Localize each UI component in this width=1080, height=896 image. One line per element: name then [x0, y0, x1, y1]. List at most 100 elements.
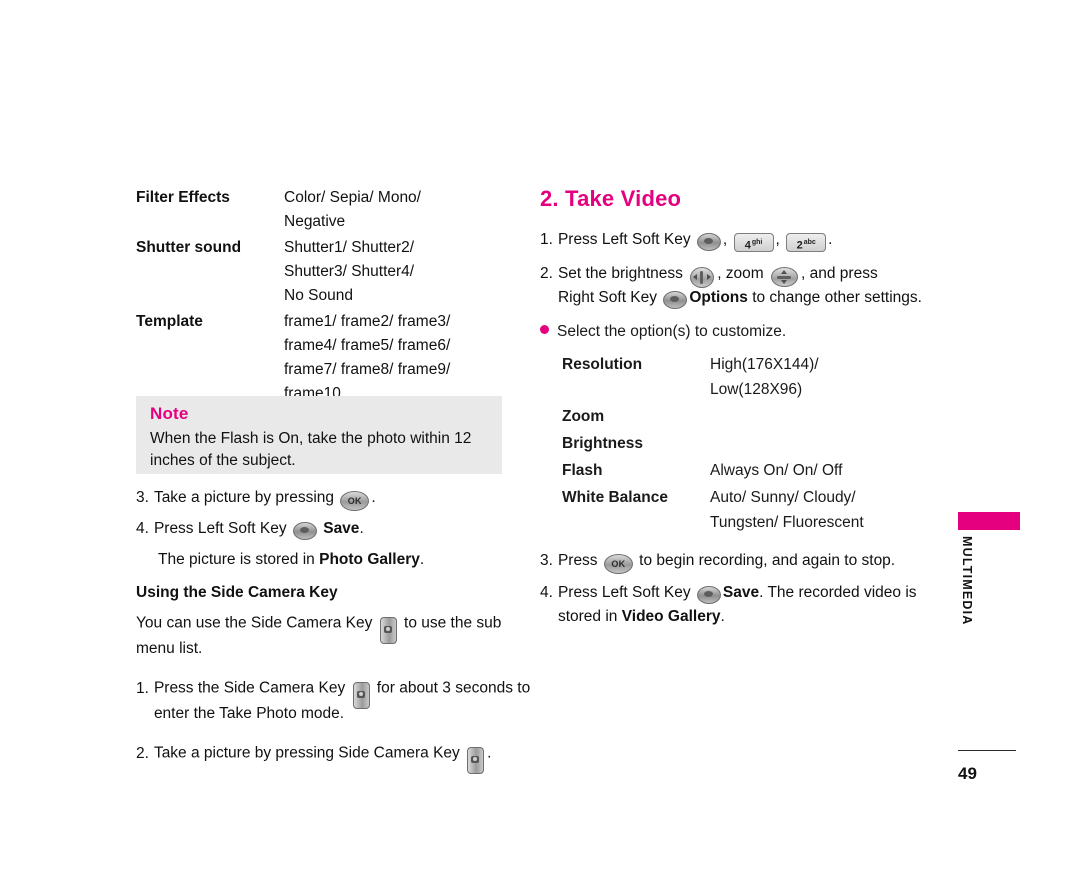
step-text: Set the brightness , zoom , and press Rig… [558, 262, 940, 310]
spec-line: frame1/ frame2/ frame3/ [284, 313, 451, 330]
comma-1: , [722, 231, 732, 248]
key-letters: abc [803, 239, 816, 247]
spec-line: Color/ Sepia/ Mono/ [284, 189, 421, 206]
section-heading: 2. Take Video [540, 186, 682, 211]
bullet-dot-icon [540, 325, 549, 334]
step-text-pre: Press Left Soft Key [153, 520, 291, 537]
side-step-2: 2. Take a picture by pressing Side Camer… [136, 740, 536, 774]
save-label: Save [318, 520, 360, 537]
section-tab-marker [958, 512, 1020, 530]
spec-row: Shutter sound Shutter1/ Shutter2/ Shutte… [136, 236, 518, 308]
video-step-3: 3. Press OK to begin recording, and agai… [540, 549, 940, 574]
step-part-1: Set the brightness [557, 265, 688, 282]
save-label: Save [722, 584, 760, 601]
step-number: 4. [540, 584, 553, 601]
bullet-text: Select the option(s) to customize. [557, 323, 787, 340]
step-part-4: Right Soft Key [557, 289, 662, 306]
step-number: 1. [540, 231, 553, 248]
option-row: Resolution High(176X144)/ Low(128X96) [562, 352, 940, 402]
step-part-5: to change other settings. [747, 289, 922, 306]
option-line: High(176X144)/ [710, 356, 819, 373]
option-term: White Balance [562, 489, 668, 506]
step-text: Press OK to begin recording, and again t… [557, 549, 940, 574]
spec-definition: Shutter1/ Shutter2/ Shutter3/ Shutter4/ … [284, 236, 414, 308]
option-term: Resolution [562, 356, 643, 373]
key-digit: 4 [744, 240, 751, 253]
side-camera-key-icon [352, 682, 370, 709]
spec-term: Filter Effects [136, 189, 230, 206]
numeric-key-4-icon: 4ghi [733, 233, 774, 253]
step-text: Press Left Soft Key Save. [154, 517, 536, 541]
option-row: White Balance Auto/ Sunny/ Cloudy/ Tungs… [562, 485, 940, 535]
stored-suffix: . [419, 551, 425, 568]
video-step-2: 2. Set the brightness , zoom , and press… [540, 262, 940, 310]
section-tab-label: MULTIMEDIA [960, 536, 974, 626]
note-title: Note [150, 404, 189, 423]
spec-line: Shutter1/ Shutter2/ [284, 239, 415, 256]
right-column: 2. Take Video 1. Press Left Soft Key , 4… [540, 186, 940, 636]
step-suffix: . [828, 231, 833, 248]
note-text: When the Flash is On, take the photo wit… [150, 430, 472, 469]
stored-note: The picture is stored in Photo Gallery. [158, 548, 536, 572]
soft-key-icon [696, 585, 721, 604]
options-label: Options [689, 289, 748, 306]
subsection-title: Using the Side Camera Key [136, 584, 338, 601]
step-text: Press Left Soft Key , 4ghi, 2abc. [558, 228, 940, 253]
spec-line: Shutter3/ Shutter4/ [284, 263, 415, 280]
side-step-1: 1. Press the Side Camera Key for about 3… [136, 675, 536, 726]
key-letters: ghi [751, 239, 763, 247]
option-line: Always On/ On/ Off [710, 462, 843, 479]
photo-gallery-label: Photo Gallery [319, 551, 420, 568]
spec-definition: Color/ Sepia/ Mono/ Negative [284, 186, 421, 234]
soft-key-icon [663, 290, 688, 309]
left-column: Filter Effects Color/ Sepia/ Mono/ Negat… [136, 186, 518, 408]
bullet-item: Select the option(s) to customize. [540, 320, 940, 344]
option-definition: High(176X144)/ Low(128X96) [710, 352, 819, 402]
side-step-prefix: Press the Side Camera Key [153, 679, 350, 697]
spec-line: No Sound [284, 287, 353, 304]
step-text-post: . [359, 520, 364, 537]
option-row: Brightness [562, 431, 940, 456]
option-line: Tungsten/ Fluorescent [710, 514, 864, 531]
step-number: 3. [540, 552, 553, 569]
option-definition: Auto/ Sunny/ Cloudy/ Tungsten/ Fluoresce… [710, 485, 864, 535]
option-definition: Always On/ On/ Off [710, 458, 842, 483]
key-digit: 2 [796, 240, 803, 253]
step-text: Take a picture by pressing OK. [153, 486, 536, 511]
side-key-intro: You can use the Side Camera Key to use t… [136, 610, 536, 661]
spec-row: Template frame1/ frame2/ frame3/ frame4/… [136, 310, 518, 406]
options-list: Resolution High(176X144)/ Low(128X96) Zo… [540, 352, 940, 535]
ok-key-icon: OK [603, 553, 633, 574]
step-part-2: , zoom [717, 265, 769, 282]
spec-line: Negative [284, 213, 346, 230]
option-term: Zoom [562, 408, 605, 425]
step-text: Take a picture by pressing Side Camera K… [153, 740, 536, 774]
ok-key-icon: OK [340, 490, 370, 511]
step-prefix: Press [557, 552, 602, 569]
option-line: Auto/ Sunny/ Cloudy/ [710, 489, 856, 506]
spec-line: frame4/ frame5/ frame6/ [284, 337, 451, 354]
zoom-key-icon [771, 266, 799, 287]
step-part-3: , and press [801, 265, 878, 282]
side-step-prefix: Take a picture by pressing Side Camera K… [153, 744, 465, 762]
spec-term: Shutter sound [136, 239, 242, 256]
step-4: 4. Press Left Soft Key Save. [136, 517, 536, 541]
spec-definition: frame1/ frame2/ frame3/ frame4/ frame5/ … [284, 310, 450, 406]
step-text-pre: Take a picture by pressing [153, 489, 339, 506]
side-camera-key-icon [379, 617, 397, 644]
side-key-intro-text: You can use the Side Camera Key to use t… [136, 610, 536, 661]
spec-line: frame7/ frame8/ frame9/ [284, 361, 451, 378]
video-step-1: 1. Press Left Soft Key , 4ghi, 2abc. [540, 228, 940, 253]
manual-page: Filter Effects Color/ Sepia/ Mono/ Negat… [0, 0, 1080, 896]
note-callout: Note When the Flash is On, take the phot… [136, 396, 502, 474]
comma-2: , [775, 231, 785, 248]
side-step-suffix: . [487, 744, 492, 762]
step-number: 3. [136, 489, 149, 506]
side-intro-prefix: You can use the Side Camera Key [136, 614, 377, 632]
option-term: Brightness [562, 435, 643, 452]
step-number: 1. [136, 679, 149, 697]
numeric-key-2-icon: 2abc [786, 233, 827, 253]
step-suffix: . [720, 608, 725, 625]
spec-term: Template [136, 313, 203, 330]
left-steps: 3. Take a picture by pressing OK. 4. Pre… [136, 486, 536, 774]
